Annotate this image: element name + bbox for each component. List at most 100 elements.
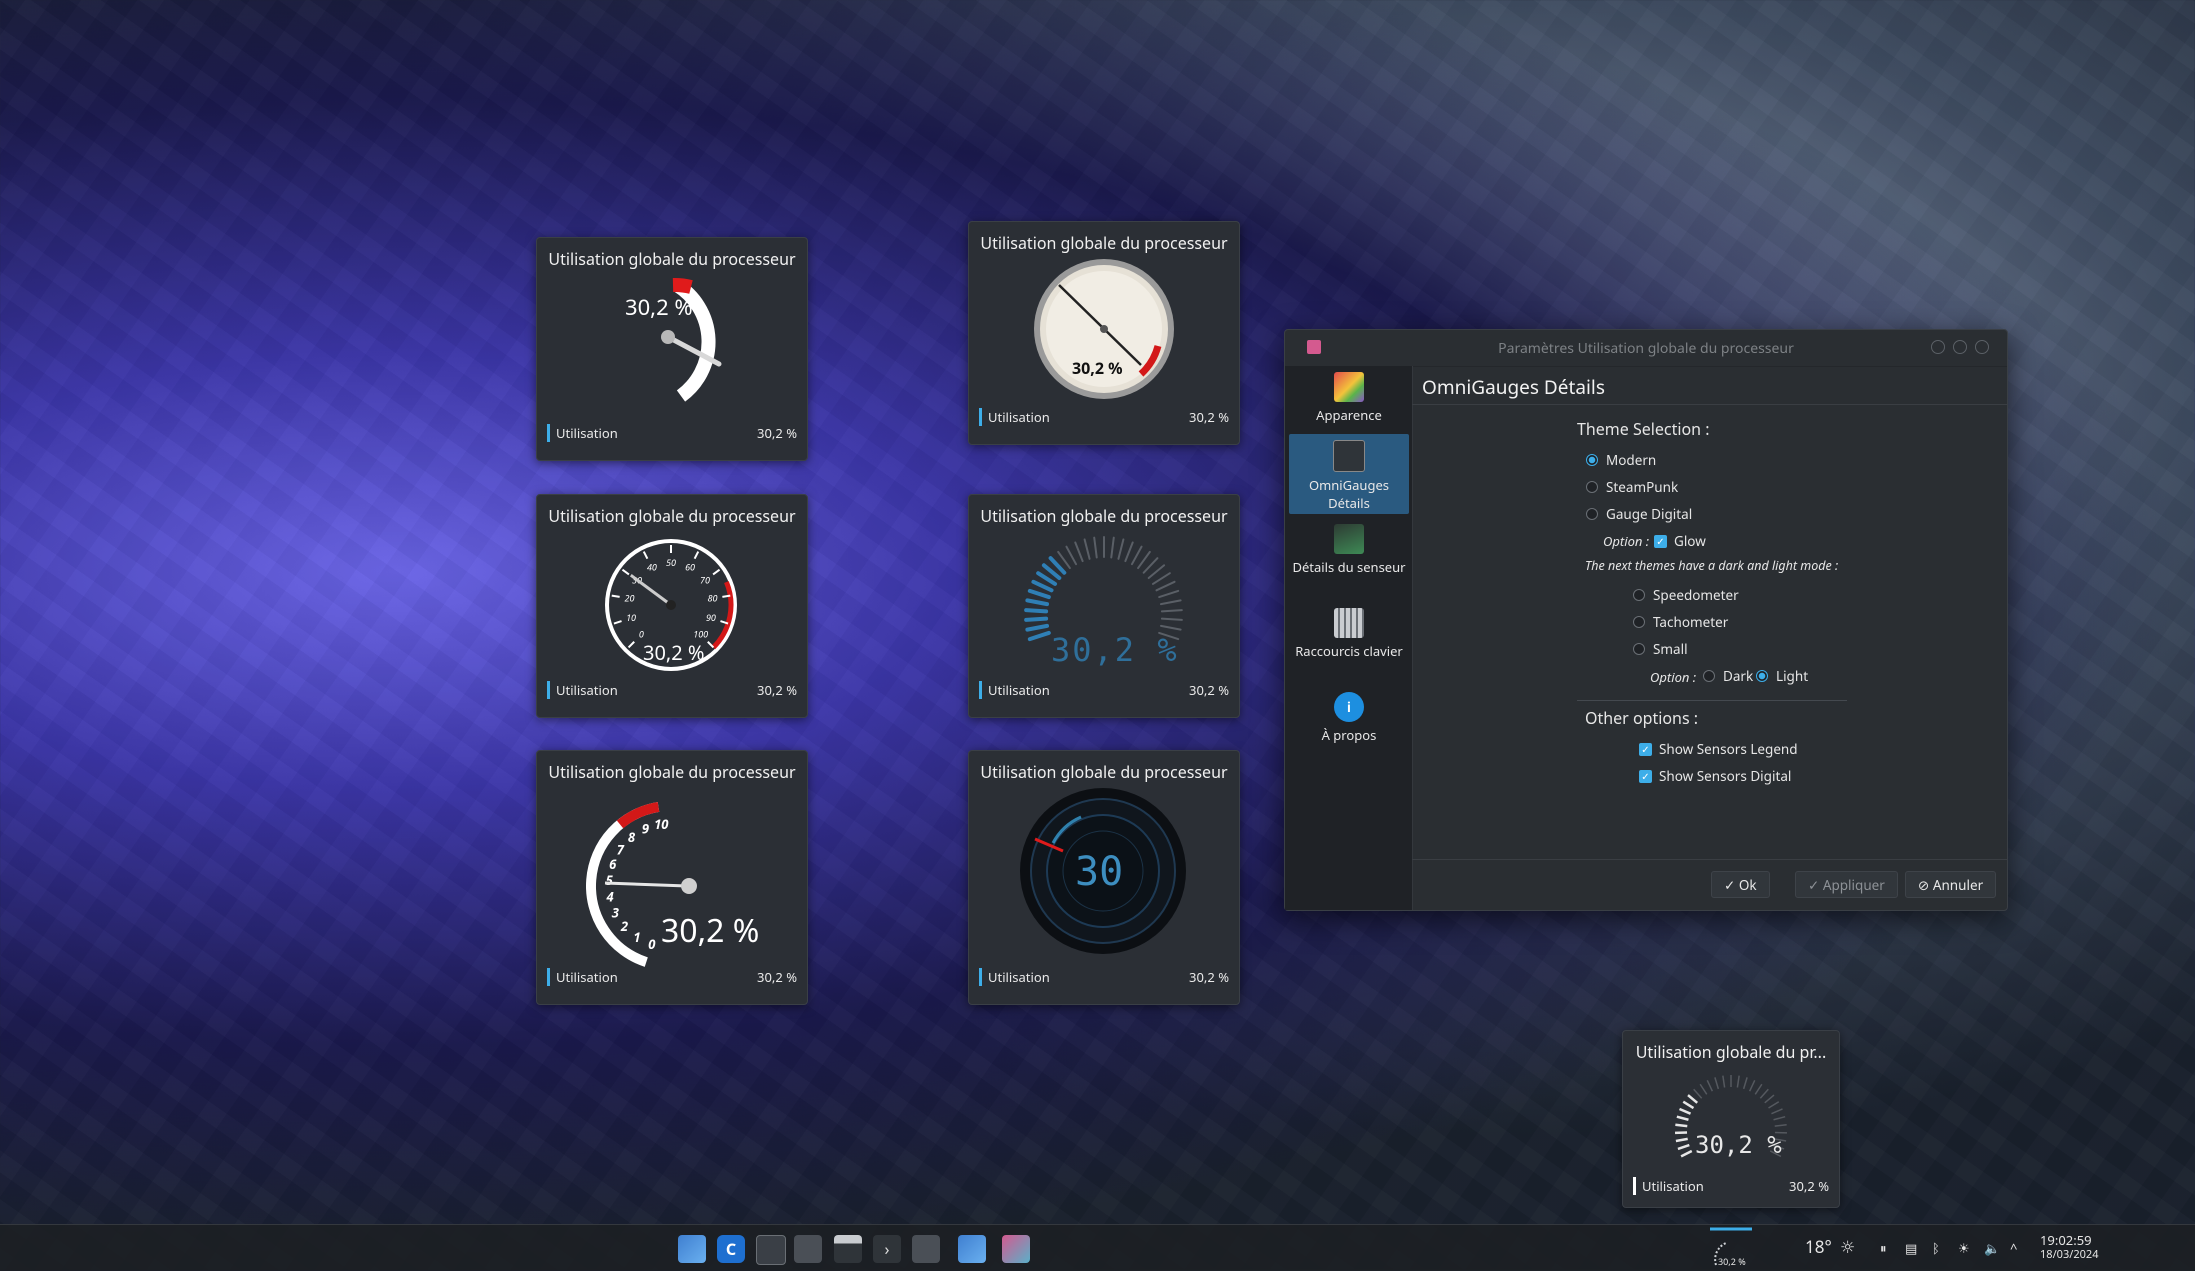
temperature[interactable]: 18° <box>1805 1235 1832 1258</box>
files-icon[interactable] <box>912 1235 940 1263</box>
digital-gauge-tick <box>1030 591 1049 597</box>
check-icon: ✓ <box>1654 535 1667 548</box>
glow-checkbox[interactable]: ✓Glow <box>1654 532 1706 550</box>
footer-divider <box>1412 859 2007 860</box>
theme-radio-speedometer[interactable]: Speedometer <box>1633 586 1739 604</box>
bluetooth-icon[interactable]: ᛒ <box>1932 1239 1940 1257</box>
small-gauge-tick <box>1676 1139 1688 1141</box>
tachometer-tick-label: 2 <box>620 917 628 935</box>
digital-gauge-tick <box>1066 547 1076 565</box>
terminal-icon[interactable]: › <box>873 1235 901 1263</box>
widget-small[interactable]: Utilisation globale du pr... 30,2 % Util… <box>1622 1030 1840 1208</box>
dialog-titlebar[interactable]: Paramètres Utilisation globale du proces… <box>1285 330 2007 367</box>
show-legend-checkbox[interactable]: ✓Show Sensors Legend <box>1639 740 1798 758</box>
check-icon: ✓ <box>1724 876 1739 894</box>
dialog-title: Paramètres Utilisation globale du proces… <box>1285 339 2007 358</box>
widget-speedometer[interactable]: Utilisation globale du processeur 010203… <box>536 494 808 718</box>
tachometer-tick-label: 0 <box>648 935 656 953</box>
maximize-button[interactable] <box>1953 340 1967 354</box>
theme-radio-small[interactable]: Small <box>1633 640 1688 658</box>
chevron-up-icon[interactable]: ^ <box>2010 1239 2017 1257</box>
small-gauge-tick <box>1700 1084 1707 1094</box>
gauge-value: 30,2 % <box>1072 357 1123 379</box>
digital-gauge-tick <box>1026 619 1046 620</box>
theme-radio-gauge-digital[interactable]: Gauge Digital <box>1586 505 1692 523</box>
store-icon[interactable] <box>958 1235 986 1263</box>
legend-value: 30,2 % <box>1189 681 1229 699</box>
gauge-needle <box>605 883 687 886</box>
clock-date[interactable]: 18/03/2024 <box>2040 1247 2099 1262</box>
digital-gauge-tick <box>1159 591 1178 597</box>
volume-icon[interactable]: 🔈 <box>1984 1239 2000 1257</box>
clipboard-icon[interactable]: ▤ <box>1905 1239 1917 1257</box>
brightness-icon[interactable]: ☀ <box>1958 1239 1970 1257</box>
small-gauge-tick <box>1683 1102 1693 1108</box>
speedometer-tick-label: 70 <box>700 573 710 586</box>
weather-icon[interactable]: ☼ <box>1840 1235 1855 1258</box>
tachometer-tick-label: 5 <box>606 871 614 889</box>
digital-gauge-tick <box>1094 538 1097 558</box>
sidebar-item-apropos[interactable]: i À propos <box>1289 686 1409 750</box>
sidebar-item-omnigauges[interactable]: OmniGauges Détails <box>1289 434 1409 514</box>
cancel-button[interactable]: ⊘ Annuler <box>1905 871 1996 898</box>
legend-label: Utilisation <box>979 681 1050 699</box>
legend-value: 30,2 % <box>757 424 797 442</box>
settings-app-icon[interactable] <box>1002 1235 1030 1263</box>
calendar-icon[interactable] <box>834 1235 862 1263</box>
gauge-value: 30,2 % <box>661 909 759 952</box>
folder-icon[interactable] <box>794 1235 822 1263</box>
options-divider <box>1577 700 1847 701</box>
minimize-button[interactable] <box>1931 340 1945 354</box>
close-button[interactable] <box>1975 340 1989 354</box>
widget-icon <box>1333 440 1365 472</box>
sidebar-item-raccourcis[interactable]: Raccourcis clavier <box>1289 602 1409 682</box>
digital-gauge-tick <box>1026 610 1046 611</box>
sidebar-item-senseur[interactable]: Détails du senseur <box>1289 518 1409 598</box>
digital-gauge-tick <box>1033 582 1051 591</box>
media-icon[interactable]: ⏸ <box>1880 1239 1887 1257</box>
widget-modern[interactable]: Utilisation globale du processeur 30,2 %… <box>536 237 808 461</box>
app-launcher-icon[interactable] <box>678 1235 706 1263</box>
legend-label: Utilisation <box>547 968 618 986</box>
mode-radio-dark[interactable]: Dark <box>1703 667 1753 685</box>
small-gauge-tick <box>1750 1080 1755 1091</box>
small-gauge-tick <box>1771 1109 1782 1114</box>
sidebar-item-label: Détails du senseur <box>1292 558 1405 576</box>
radio-label: SteamPunk <box>1606 478 1678 496</box>
theme-radio-modern[interactable]: Modern <box>1586 451 1656 469</box>
apply-button[interactable]: ✓ Appliquer <box>1795 871 1898 898</box>
legend-label: Utilisation <box>547 681 618 699</box>
button-label: Ok <box>1739 876 1757 894</box>
checkbox-label: Show Sensors Legend <box>1659 740 1798 758</box>
radio-label: Gauge Digital <box>1606 505 1692 523</box>
mini-gauge-value: 30,2 % <box>1718 1255 1746 1268</box>
taskbar: C › 30,2 % 18° ☼ ⏸ ▤ ᛒ ☀ 🔈 ^ 19:02:59 18… <box>0 1224 2195 1271</box>
radio-label: Speedometer <box>1653 586 1739 604</box>
theme-selection-label: Theme Selection : <box>1577 418 1710 440</box>
radio-icon <box>1633 616 1645 628</box>
widget-steampunk[interactable]: Utilisation globale du processeur 30,2 %… <box>968 221 1240 445</box>
speedometer-tick-label: 90 <box>706 611 716 624</box>
radio-icon <box>1586 508 1598 520</box>
sidebar-item-apparence[interactable]: Apparence <box>1289 366 1409 430</box>
tachometer-tick-label: 7 <box>617 840 625 858</box>
small-gauge-tick <box>1707 1080 1712 1091</box>
radio-label: Tachometer <box>1653 613 1728 631</box>
radio-icon <box>1633 589 1645 601</box>
show-digital-checkbox[interactable]: ✓Show Sensors Digital <box>1639 767 1791 785</box>
other-options-label: Other options : <box>1585 707 1698 729</box>
theme-radio-steampunk[interactable]: SteamPunk <box>1586 478 1678 496</box>
radio-icon <box>1586 454 1598 466</box>
legend-value: 30,2 % <box>757 681 797 699</box>
widget-digital[interactable]: Utilisation globale du processeur 30,2 %… <box>968 494 1240 718</box>
system-monitor-icon[interactable] <box>756 1235 786 1265</box>
checkbox-label: Show Sensors Digital <box>1659 767 1791 785</box>
widget-tachometer[interactable]: Utilisation globale du processeur 012345… <box>536 750 808 1005</box>
theme-radio-tachometer[interactable]: Tachometer <box>1633 613 1728 631</box>
browser-icon[interactable]: C <box>717 1235 745 1263</box>
digital-gauge-tick <box>1144 558 1158 573</box>
check-icon: ✓ <box>1808 876 1823 894</box>
mode-radio-light[interactable]: Light <box>1756 667 1808 685</box>
widget-glow[interactable]: Utilisation globale du processeur 30 Uti… <box>968 750 1240 1005</box>
ok-button[interactable]: ✓ Ok <box>1711 871 1770 898</box>
